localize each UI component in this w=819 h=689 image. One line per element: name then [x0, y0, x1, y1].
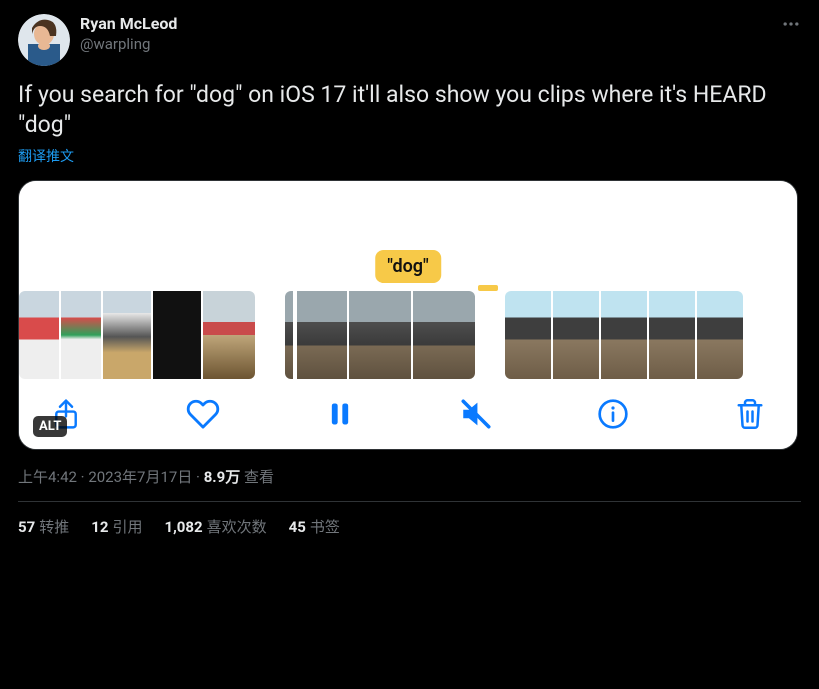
display-name[interactable]: Ryan McLeod — [80, 14, 177, 34]
views-count[interactable]: 8.9万 — [204, 468, 241, 486]
avatar[interactable] — [18, 14, 70, 66]
video-thumbnail — [413, 291, 475, 379]
info-icon[interactable] — [596, 397, 630, 431]
video-filmstrip[interactable] — [19, 291, 797, 379]
tweet-stats: 57转推 12引用 1,082喜欢次数 45书签 — [18, 502, 801, 537]
trash-icon[interactable] — [733, 397, 767, 431]
alt-badge[interactable]: ALT — [33, 416, 67, 437]
video-thumbnail — [649, 291, 695, 379]
tweet-date[interactable]: 2023年7月17日 — [88, 468, 192, 486]
heart-icon[interactable] — [186, 397, 220, 431]
tweet-meta: 上午4:42 · 2023年7月17日 · 8.9万 查看 — [18, 466, 801, 501]
views-label: 查看 — [240, 468, 274, 486]
video-thumbnail — [349, 291, 411, 379]
mute-icon[interactable] — [459, 397, 493, 431]
playhead[interactable] — [293, 291, 297, 379]
timeline-marker — [478, 285, 498, 291]
media-card[interactable]: "dog" — [18, 180, 798, 450]
video-thumbnail — [553, 291, 599, 379]
pause-icon[interactable] — [323, 397, 357, 431]
user-handle[interactable]: @warpling — [80, 34, 177, 54]
search-term-badge: "dog" — [375, 250, 441, 283]
clip-group[interactable] — [285, 291, 475, 379]
video-thumbnail — [153, 291, 201, 379]
retweets-stat[interactable]: 57转推 — [18, 516, 69, 537]
translate-link[interactable]: 翻译推文 — [18, 146, 74, 166]
video-thumbnail — [697, 291, 743, 379]
bookmarks-stat[interactable]: 45书签 — [289, 516, 340, 537]
tweet-header: Ryan McLeod @warpling — [18, 14, 801, 66]
media-upper: "dog" — [19, 181, 797, 291]
video-thumbnail — [61, 291, 101, 379]
clip-group[interactable] — [505, 291, 743, 379]
likes-stat[interactable]: 1,082喜欢次数 — [164, 516, 266, 537]
more-icon[interactable] — [781, 14, 801, 38]
video-thumbnail — [505, 291, 551, 379]
tweet-container: Ryan McLeod @warpling If you search for … — [0, 0, 819, 549]
tweet-text: If you search for "dog" on iOS 17 it'll … — [18, 80, 801, 140]
video-thumbnail — [19, 291, 59, 379]
video-thumbnail — [203, 291, 255, 379]
quotes-stat[interactable]: 12引用 — [91, 516, 142, 537]
media-toolbar — [19, 379, 797, 449]
tweet-time[interactable]: 上午4:42 — [18, 468, 77, 486]
video-thumbnail — [601, 291, 647, 379]
clip-group[interactable] — [19, 291, 255, 379]
video-thumbnail — [103, 291, 151, 379]
